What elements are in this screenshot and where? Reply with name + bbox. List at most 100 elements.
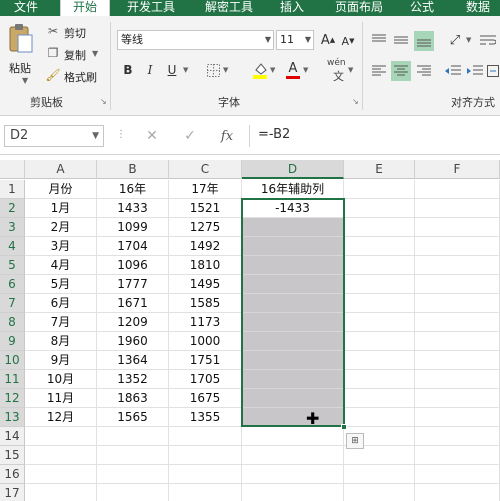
cell-d1[interactable]: 16年辅助列 [242,180,344,199]
column-header-d[interactable]: D [242,160,344,179]
cell-d13[interactable] [242,408,344,427]
row-header-7[interactable]: 7 [0,294,25,313]
increase-font-size-icon[interactable]: A ▲ [320,30,336,50]
cell-d5[interactable] [242,256,344,275]
cell-c2[interactable]: 1521 [169,199,242,218]
cell-f1[interactable] [415,180,500,199]
cell-f9[interactable] [415,332,500,351]
cell-f16[interactable] [415,465,500,484]
copy-button[interactable]: 复制 [64,47,86,63]
cell-c5[interactable]: 1810 [169,256,242,275]
cell-f15[interactable] [415,446,500,465]
tab-developer[interactable]: 开发工具 [118,0,184,16]
cell-e5[interactable] [344,256,415,275]
align-middle-button[interactable] [392,32,410,48]
cell-d4[interactable] [242,237,344,256]
row-header-11[interactable]: 11 [0,370,25,389]
row-header-9[interactable]: 9 [0,332,25,351]
cell-f3[interactable] [415,218,500,237]
cell-a9[interactable]: 8月 [25,332,97,351]
cell-d12[interactable] [242,389,344,408]
cell-c15[interactable] [169,446,242,465]
row-header-6[interactable]: 6 [0,275,25,294]
cell-a11[interactable]: 10月 [25,370,97,389]
cut-icon[interactable]: ✂ [46,24,60,38]
row-header-8[interactable]: 8 [0,313,25,332]
cell-b12[interactable]: 1863 [97,389,169,408]
tab-insert[interactable]: 插入 [272,0,312,16]
cell-d3[interactable] [242,218,344,237]
formula-bar-resize-handle[interactable]: ⋮ [116,129,126,140]
fill-color-button[interactable] [251,60,269,80]
select-all-corner[interactable] [0,160,25,179]
cell-d8[interactable] [242,313,344,332]
cell-a1[interactable]: 月份 [25,180,97,199]
decrease-indent-button[interactable] [444,63,462,79]
row-header-16[interactable]: 16 [0,465,25,484]
cell-a2[interactable]: 1月 [25,199,97,218]
tab-home[interactable]: 开始 [60,0,110,16]
cell-c10[interactable]: 1751 [169,351,242,370]
cell-d17[interactable] [242,484,344,501]
font-color-dropdown-icon[interactable]: ▼ [303,66,308,74]
align-top-button[interactable] [370,32,388,48]
cell-d2[interactable]: -1433 [242,199,344,218]
cell-a16[interactable] [25,465,97,484]
font-name-select[interactable]: 等线 ▼ [117,30,274,50]
confirm-entry-icon[interactable]: ✓ [181,127,199,145]
column-header-c[interactable]: C [169,160,242,179]
cell-c8[interactable]: 1173 [169,313,242,332]
cell-e10[interactable] [344,351,415,370]
cell-f8[interactable] [415,313,500,332]
tab-file[interactable]: 文件 [0,0,52,16]
align-center-button[interactable] [391,61,411,81]
align-right-button[interactable] [415,63,433,79]
clipboard-launcher-icon[interactable]: ↘ [100,98,108,106]
cell-d16[interactable] [242,465,344,484]
row-header-10[interactable]: 10 [0,351,25,370]
cell-a17[interactable] [25,484,97,501]
orientation-button[interactable]: ⤢ [446,32,464,48]
cell-e3[interactable] [344,218,415,237]
cell-c1[interactable]: 17年 [169,180,242,199]
cell-e8[interactable] [344,313,415,332]
font-launcher-icon[interactable]: ↘ [352,98,360,106]
row-header-17[interactable]: 17 [0,484,25,501]
format-painter-icon[interactable]: 🖌 [45,68,60,82]
row-header-2[interactable]: 2 [0,199,25,218]
cell-b7[interactable]: 1671 [97,294,169,313]
insert-function-icon[interactable]: fx [218,127,236,145]
copy-dropdown-icon[interactable]: ▼ [92,49,98,58]
wrap-text-button[interactable] [478,32,498,48]
cell-f10[interactable] [415,351,500,370]
cell-a15[interactable] [25,446,97,465]
cell-a6[interactable]: 5月 [25,275,97,294]
name-box[interactable]: D2 ▼ [4,125,104,147]
cell-e11[interactable] [344,370,415,389]
phonetic-guide-button[interactable]: wén [327,58,346,68]
phonetic-guide-icon[interactable]: 文 [333,68,344,84]
row-header-12[interactable]: 12 [0,389,25,408]
fill-handle[interactable] [341,424,347,430]
cell-b17[interactable] [97,484,169,501]
cell-f13[interactable] [415,408,500,427]
cell-d6[interactable] [242,275,344,294]
cell-d7[interactable] [242,294,344,313]
cell-b4[interactable]: 1704 [97,237,169,256]
worksheet-grid[interactable]: ABCDEF 1 月份 16年 17年 16年辅助列 2 1月 1433 1521 -1433 3 2… [0,160,500,501]
font-size-select[interactable]: 11 ▼ [276,30,314,50]
font-color-button[interactable]: A [285,60,301,80]
cell-b3[interactable]: 1099 [97,218,169,237]
cell-b16[interactable] [97,465,169,484]
cell-b1[interactable]: 16年 [97,180,169,199]
fill-color-dropdown-icon[interactable]: ▼ [270,66,275,74]
cell-a5[interactable]: 4月 [25,256,97,275]
cell-f17[interactable] [415,484,500,501]
phonetic-dropdown-icon[interactable]: ▼ [348,66,353,74]
cell-e9[interactable] [344,332,415,351]
cell-e1[interactable] [344,180,415,199]
cell-d11[interactable] [242,370,344,389]
cell-b9[interactable]: 1960 [97,332,169,351]
tab-formulas[interactable]: 公式 [402,0,442,16]
cell-e13[interactable] [344,408,415,427]
